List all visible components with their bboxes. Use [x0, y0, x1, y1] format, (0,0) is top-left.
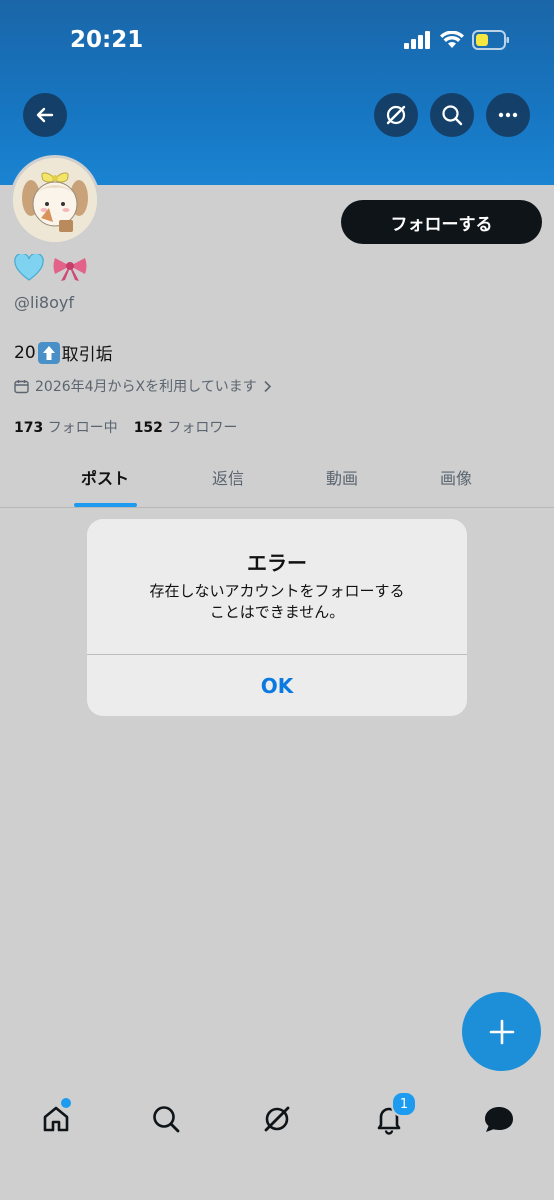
following-link[interactable]: 173 フォロー中 — [14, 417, 118, 437]
followers-count: 152 — [133, 420, 163, 436]
compose-button[interactable] — [462, 992, 541, 1071]
tab-replies[interactable]: 返信 — [183, 465, 273, 489]
back-button[interactable] — [23, 93, 67, 137]
status-time: 20:21 — [70, 27, 144, 53]
search-icon — [442, 105, 463, 126]
joined-date[interactable]: 2026年4月からXを利用しています — [14, 376, 272, 396]
home-unread-dot — [59, 1096, 73, 1110]
bio: 20 取引垢 — [14, 340, 113, 365]
wifi-icon — [440, 31, 464, 48]
handle: @li8oyf — [14, 293, 74, 312]
following-label: フォロー中 — [47, 420, 118, 436]
display-name — [14, 254, 88, 282]
search-button[interactable] — [430, 93, 474, 137]
dialog-title: エラー — [247, 551, 307, 575]
active-tab-indicator — [74, 503, 137, 507]
plus-icon — [489, 1019, 514, 1044]
notifications-badge: 1 — [391, 1091, 417, 1117]
up-arrow-emoji-icon — [37, 341, 60, 364]
bio-prefix: 20 — [14, 342, 36, 363]
chat-bubble-icon — [485, 1107, 513, 1132]
follow-stats: 173 フォロー中 152 フォロワー — [14, 417, 237, 437]
profile-banner: 20:21 — [0, 0, 554, 185]
bottom-nav: 1 — [0, 1085, 554, 1155]
error-dialog: エラー 存在しないアカウントをフォローする ことはできません。 OK — [87, 519, 467, 716]
grok-icon — [264, 1106, 290, 1132]
dialog-message-line1: 存在しないアカウントをフォローする — [149, 582, 405, 600]
avatar[interactable] — [10, 155, 100, 245]
tab-posts[interactable]: ポスト — [60, 465, 150, 489]
more-icon — [498, 112, 518, 118]
more-button[interactable] — [486, 93, 530, 137]
battery-icon — [472, 30, 509, 50]
followers-link[interactable]: 152 フォロワー — [134, 417, 238, 437]
nav-messages[interactable] — [479, 1099, 519, 1139]
chevron-right-icon — [264, 380, 271, 392]
grok-icon — [386, 105, 406, 125]
following-count: 173 — [14, 420, 44, 436]
ok-button[interactable]: OK — [87, 655, 467, 716]
dialog-message-line2: ことはできません。 — [209, 603, 345, 621]
calendar-icon — [14, 379, 29, 393]
profile-tabs: ポスト 返信 動画 画像 — [0, 455, 554, 508]
nav-search[interactable] — [146, 1099, 186, 1139]
ribbon-bow-icon — [53, 258, 87, 281]
status-indicators — [404, 30, 510, 50]
search-icon — [153, 1106, 180, 1133]
bio-suffix: 取引垢 — [61, 345, 113, 365]
tab-videos[interactable]: 動画 — [297, 465, 387, 489]
signal-icon — [404, 31, 430, 49]
joined-text: 2026年4月からXを利用しています — [35, 379, 257, 395]
nav-notifications[interactable]: 1 — [369, 1091, 417, 1139]
arrow-left-icon — [36, 107, 54, 123]
dialog-message: 存在しないアカウントをフォローする ことはできません。 — [107, 581, 447, 623]
avatar-illustration — [13, 158, 97, 242]
followers-label: フォロワー — [167, 420, 238, 436]
nav-home[interactable] — [36, 1096, 76, 1139]
follow-button[interactable]: フォローする — [341, 200, 542, 244]
tab-images[interactable]: 画像 — [411, 465, 501, 489]
nav-grok[interactable] — [257, 1099, 297, 1139]
grok-button[interactable] — [374, 93, 418, 137]
light-blue-heart-icon — [14, 254, 44, 281]
